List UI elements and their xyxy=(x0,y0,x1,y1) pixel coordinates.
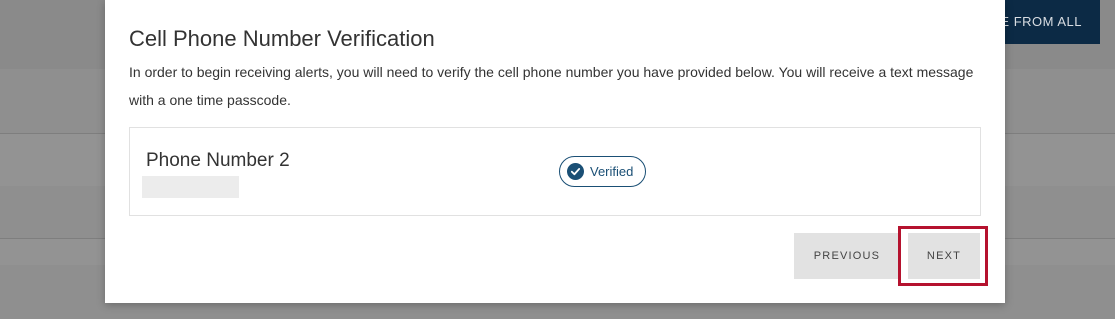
verification-modal: Cell Phone Number Verification In order … xyxy=(105,0,1005,303)
check-circle-icon xyxy=(567,163,584,180)
phone-number-card: Phone Number 2 Verified xyxy=(129,127,981,216)
background-header-button: E FROM ALL xyxy=(990,0,1100,44)
next-button[interactable]: NEXT xyxy=(908,233,980,279)
phone-number-value-redacted xyxy=(142,176,239,198)
modal-title: Cell Phone Number Verification xyxy=(129,26,435,51)
verified-status-badge: Verified xyxy=(559,156,647,187)
phone-number-label: Phone Number 2 xyxy=(146,150,290,171)
modal-description: In order to begin receiving alerts, you … xyxy=(129,64,974,108)
verified-status-label: Verified xyxy=(590,164,634,179)
previous-button[interactable]: PREVIOUS xyxy=(794,233,900,279)
